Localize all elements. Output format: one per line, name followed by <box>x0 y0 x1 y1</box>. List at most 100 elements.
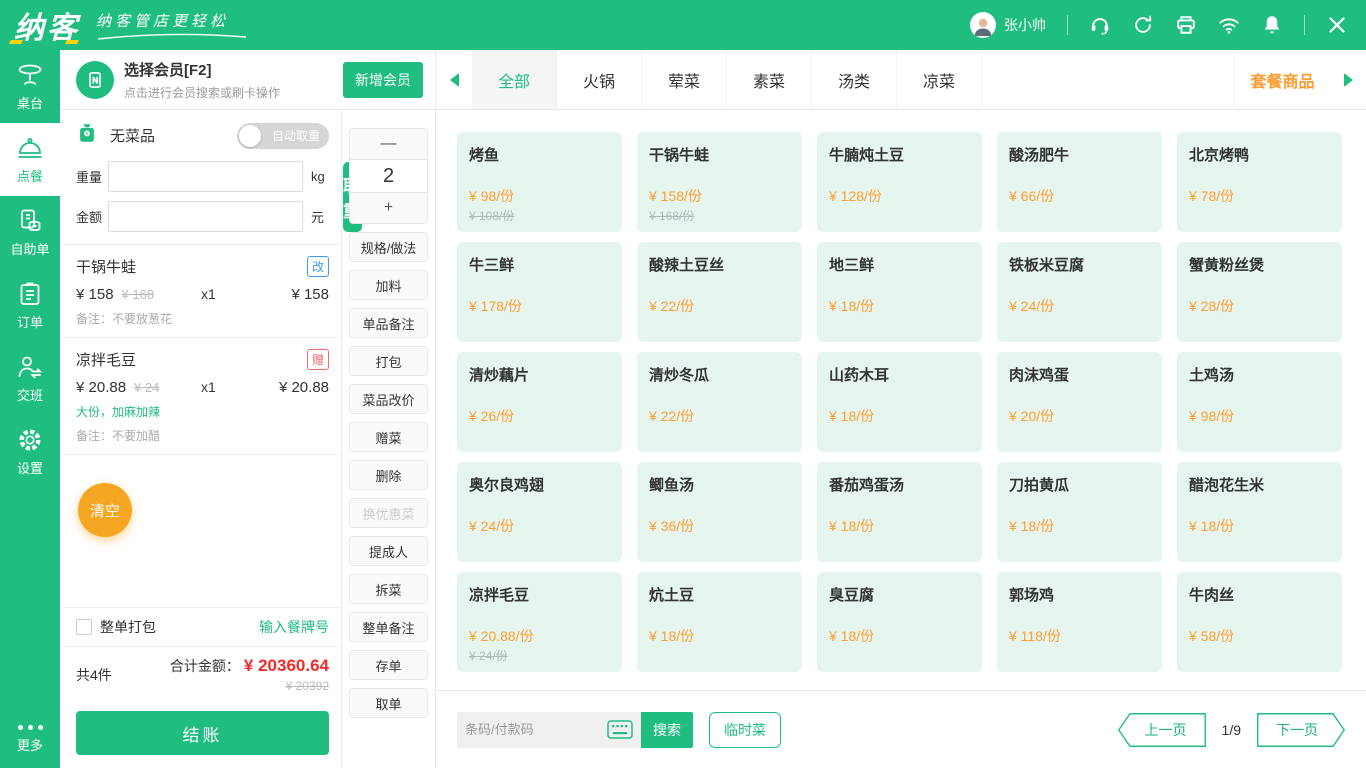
action-button[interactable]: 存单 <box>349 650 428 680</box>
menu-item-card[interactable]: 奥尔良鸡翅¥ 24/份 <box>457 462 622 562</box>
sidebar-item-orders[interactable]: 订单 <box>0 269 60 342</box>
tabs-scroll-right-icon[interactable] <box>1330 50 1366 109</box>
menu-item-card[interactable]: 郭场鸡¥ 118/份 <box>997 572 1162 672</box>
menu-item-card[interactable]: 山药木耳¥ 18/份 <box>817 352 982 452</box>
action-button[interactable]: 取单 <box>349 688 428 718</box>
close-icon[interactable] <box>1326 14 1348 36</box>
clear-order-button[interactable]: 清空 <box>78 483 132 537</box>
keyboard-icon[interactable] <box>607 720 633 739</box>
menu-item-price: ¥ 98/份 <box>1189 406 1234 426</box>
menu-item-card[interactable]: 鲫鱼汤¥ 36/份 <box>637 462 802 562</box>
member-select-area[interactable]: 选择会员[F2] 点击进行会员搜索或刷卡操作 新增会员 <box>64 50 436 109</box>
sidebar-item-self-order[interactable]: 自助单 <box>0 196 60 269</box>
customer-service-icon[interactable] <box>1089 14 1111 36</box>
amount-input[interactable] <box>108 201 303 232</box>
weigh-section: 无菜品 自动取重 重量 kg <box>64 110 341 245</box>
action-button[interactable]: 赠菜 <box>349 422 428 452</box>
menu-item-card[interactable]: 番茄鸡蛋汤¥ 18/份 <box>817 462 982 562</box>
sidebar-item-label: 自助单 <box>10 239 49 258</box>
category-tab[interactable]: 火锅 <box>557 50 642 109</box>
action-button[interactable]: 打包 <box>349 346 428 376</box>
action-button[interactable]: 加料 <box>349 270 428 300</box>
action-button[interactable]: 删除 <box>349 460 428 490</box>
auto-weigh-toggle[interactable]: 自动取重 <box>237 123 329 149</box>
order-item[interactable]: 凉拌毛豆赠¥ 20.88¥ 24x1¥ 20.88大份，加麻加辣备注：不要加醋 <box>64 338 341 455</box>
action-button[interactable]: 拆菜 <box>349 574 428 604</box>
order-item-spec: 大份，加麻加辣 <box>76 403 329 420</box>
menu-item-card[interactable]: 肉沫鸡蛋¥ 20/份 <box>997 352 1162 452</box>
action-button[interactable]: 整单备注 <box>349 612 428 642</box>
user-account[interactable]: 张小帅 <box>970 12 1046 38</box>
action-button[interactable]: 提成人 <box>349 536 428 566</box>
prev-page-button[interactable]: 上一页 <box>1118 713 1206 747</box>
menu-item-card[interactable]: 北京烤鸭¥ 78/份 <box>1177 132 1342 232</box>
menu-item-card[interactable]: 干锅牛蛙¥ 158/份¥ 168/份 <box>637 132 802 232</box>
wifi-icon[interactable] <box>1218 14 1240 36</box>
menu-item-name: 蟹黄粉丝煲 <box>1189 254 1330 275</box>
amount-unit: 元 <box>311 207 333 226</box>
checkout-button[interactable]: 结账 <box>76 711 329 755</box>
sync-icon[interactable] <box>1132 14 1154 36</box>
menu-item-card[interactable]: 清炒冬瓜¥ 22/份 <box>637 352 802 452</box>
scale-icon <box>76 122 98 149</box>
action-button[interactable]: 换优惠菜 <box>349 498 428 528</box>
menu-item-card[interactable]: 牛腩炖土豆¥ 128/份 <box>817 132 982 232</box>
brand-logo: 纳客 纳客管店更轻松 <box>14 3 248 47</box>
sidebar-item-label: 点餐 <box>17 166 43 185</box>
temp-dish-button[interactable]: 临时菜 <box>709 712 781 748</box>
pack-whole-order-checkbox[interactable] <box>76 619 92 635</box>
next-page-button[interactable]: 下一页 <box>1257 713 1345 747</box>
action-button[interactable]: 规格/做法 <box>349 232 428 262</box>
menu-item-name: 清炒冬瓜 <box>649 364 790 385</box>
menu-item-card[interactable]: 铁板米豆腐¥ 24/份 <box>997 242 1162 342</box>
menu-item-price: ¥ 118/份 <box>1009 626 1061 646</box>
menu-item-price: ¥ 18/份 <box>829 626 874 646</box>
decrease-qty-button[interactable]: — <box>350 129 427 159</box>
action-button[interactable]: 菜品改价 <box>349 384 428 414</box>
category-tab[interactable]: 荤菜 <box>642 50 727 109</box>
category-tab[interactable]: 凉菜 <box>897 50 982 109</box>
weight-input[interactable] <box>108 161 303 192</box>
menu-item-card[interactable]: 刀拍黄瓜¥ 18/份 <box>997 462 1162 562</box>
sidebar-item-settings[interactable]: 设置 <box>0 415 60 488</box>
category-tab[interactable]: 汤类 <box>812 50 897 109</box>
sidebar-item-more[interactable]: 更多 <box>0 725 60 768</box>
checkout-wrap: 结账 <box>64 700 341 768</box>
more-dots-icon <box>18 725 43 730</box>
cloche-icon <box>16 135 44 161</box>
action-button[interactable]: 单品备注 <box>349 308 428 338</box>
sidebar-item-tables[interactable]: 桌台 <box>0 50 60 123</box>
toggle-knob <box>239 125 261 147</box>
sidebar-item-shift[interactable]: 交班 <box>0 342 60 415</box>
menu-item-card[interactable]: 醋泡花生米¥ 18/份 <box>1177 462 1342 562</box>
menu-item-card[interactable]: 酸辣土豆丝¥ 22/份 <box>637 242 802 342</box>
header-row: 选择会员[F2] 点击进行会员搜索或刷卡操作 新增会员 全部火锅荤菜素菜汤类凉菜… <box>60 50 1366 110</box>
order-item-old-price: ¥ 24 <box>134 380 159 395</box>
order-item[interactable]: 干锅牛蛙改¥ 158¥ 168x1¥ 158备注：不要放葱花 <box>64 245 341 338</box>
menu-item-card[interactable]: 臭豆腐¥ 18/份 <box>817 572 982 672</box>
printer-icon[interactable] <box>1175 14 1197 36</box>
tabs-scroll-left-icon[interactable] <box>436 50 472 109</box>
menu-item-price: ¥ 66/份 <box>1009 186 1054 206</box>
menu-item-card[interactable]: 地三鲜¥ 18/份 <box>817 242 982 342</box>
increase-qty-button[interactable]: + <box>350 193 427 223</box>
menu-item-card[interactable]: 酸汤肥牛¥ 66/份 <box>997 132 1162 232</box>
add-member-button[interactable]: 新增会员 <box>343 62 423 98</box>
menu-item-card[interactable]: 清炒藕片¥ 26/份 <box>457 352 622 452</box>
notification-icon[interactable] <box>1261 14 1283 36</box>
menu-item-card[interactable]: 牛肉丝¥ 58/份 <box>1177 572 1342 672</box>
barcode-input[interactable] <box>465 722 607 737</box>
enter-table-tag-link[interactable]: 输入餐牌号 <box>259 617 329 637</box>
category-tab[interactable]: 素菜 <box>727 50 812 109</box>
category-tab[interactable]: 全部 <box>472 50 557 109</box>
menu-item-card[interactable]: 凉拌毛豆¥ 20.88/份¥ 24/份 <box>457 572 622 672</box>
menu-item-card[interactable]: 炕土豆¥ 18/份 <box>637 572 802 672</box>
tab-combo-products[interactable]: 套餐商品 <box>1234 50 1330 109</box>
sidebar-item-order-food[interactable]: 点餐 <box>0 123 60 196</box>
menu-item-card[interactable]: 蟹黄粉丝煲¥ 28/份 <box>1177 242 1342 342</box>
menu-item-card[interactable]: 土鸡汤¥ 98/份 <box>1177 352 1342 452</box>
menu-item-card[interactable]: 牛三鲜¥ 178/份 <box>457 242 622 342</box>
member-subtitle: 点击进行会员搜索或刷卡操作 <box>124 84 280 101</box>
menu-item-card[interactable]: 烤鱼¥ 98/份¥ 108/份 <box>457 132 622 232</box>
search-button[interactable]: 搜索 <box>641 712 693 748</box>
